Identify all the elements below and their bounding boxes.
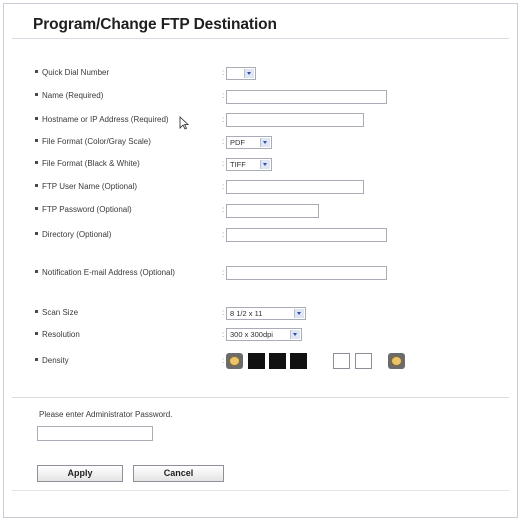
dialog-frame: Program/Change FTP Destination Quick Dia… — [3, 3, 518, 518]
label-format-bw: File Format (Black & White) — [35, 159, 140, 168]
separator: : — [222, 91, 225, 100]
label-resolution: Resolution — [35, 330, 80, 339]
separator: : — [222, 115, 225, 124]
directory-input[interactable] — [226, 228, 387, 242]
bullet-icon — [35, 358, 38, 362]
separator: : — [222, 182, 225, 191]
label-format-color: File Format (Color/Gray Scale) — [35, 137, 151, 146]
chevron-down-icon — [290, 330, 300, 339]
resolution-select[interactable]: 300 x 300dpi — [226, 328, 302, 341]
density-darker-button[interactable] — [388, 353, 405, 369]
separator: : — [222, 330, 225, 339]
separator: : — [222, 268, 225, 277]
file-format-color-select[interactable]: PDF — [226, 136, 272, 149]
file-format-bw-select[interactable]: TIFF — [226, 158, 272, 171]
hostname-input[interactable] — [226, 113, 364, 127]
label-density: Density — [35, 356, 69, 365]
separator: : — [222, 205, 225, 214]
bullet-icon — [35, 93, 38, 97]
page-title: Program/Change FTP Destination — [33, 16, 277, 33]
chevron-down-icon — [294, 309, 304, 318]
bullet-icon — [35, 117, 38, 121]
label-hostname: Hostname or IP Address (Required) — [35, 115, 169, 124]
scan-size-select[interactable]: 8 1/2 x 11 — [226, 307, 306, 320]
chevron-down-icon — [260, 138, 270, 147]
density-lighter-button[interactable] — [226, 353, 243, 369]
chevron-down-icon — [244, 69, 254, 78]
label-ftp-user: FTP User Name (Optional) — [35, 182, 137, 191]
separator: : — [222, 356, 225, 365]
bullet-icon — [35, 207, 38, 211]
name-input[interactable] — [226, 90, 387, 104]
bullet-icon — [35, 161, 38, 165]
label-directory: Directory (Optional) — [35, 230, 111, 239]
bullet-icon — [35, 139, 38, 143]
label-name: Name (Required) — [35, 91, 103, 100]
quick-dial-select[interactable] — [226, 67, 256, 80]
label-ftp-password: FTP Password (Optional) — [35, 205, 132, 214]
bullet-icon — [35, 310, 38, 314]
density-level-4[interactable] — [333, 353, 350, 369]
bullet-icon — [35, 70, 38, 74]
admin-password-input[interactable] — [37, 426, 153, 441]
ftp-password-input[interactable] — [226, 204, 319, 218]
mouse-cursor-icon — [179, 116, 189, 130]
section-divider — [12, 397, 509, 398]
label-notification-email: Notification E-mail Address (Optional) — [35, 268, 175, 277]
admin-password-prompt: Please enter Administrator Password. — [39, 410, 173, 419]
separator: : — [222, 68, 225, 77]
ftp-user-input[interactable] — [226, 180, 364, 194]
bullet-icon — [35, 232, 38, 236]
footer-divider — [12, 490, 509, 491]
bullet-icon — [35, 184, 38, 188]
separator: : — [222, 308, 225, 317]
cancel-button[interactable]: Cancel — [133, 465, 224, 482]
density-level-5[interactable] — [355, 353, 372, 369]
label-scan-size: Scan Size — [35, 308, 78, 317]
notification-email-input[interactable] — [226, 266, 387, 280]
separator: : — [222, 230, 225, 239]
bullet-icon — [35, 270, 38, 274]
density-level-2[interactable] — [269, 353, 286, 369]
bullet-icon — [35, 332, 38, 336]
label-quick-dial: Quick Dial Number — [35, 68, 109, 77]
separator: : — [222, 159, 225, 168]
chevron-down-icon — [260, 160, 270, 169]
title-divider — [12, 38, 509, 39]
apply-button[interactable]: Apply — [37, 465, 123, 482]
density-level-1[interactable] — [248, 353, 265, 369]
separator: : — [222, 137, 225, 146]
density-level-3[interactable] — [290, 353, 307, 369]
